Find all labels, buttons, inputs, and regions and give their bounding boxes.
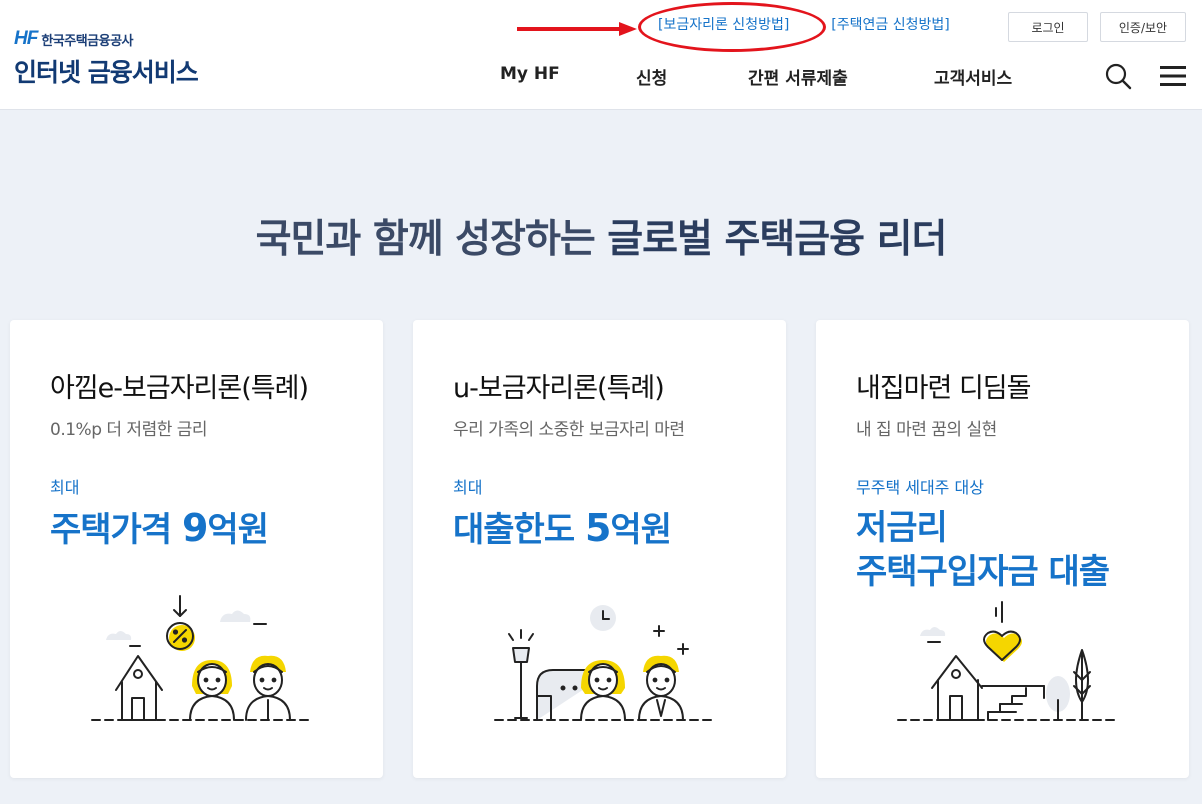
login-button[interactable]: 로그인 [1008,12,1088,42]
pension-apply-guide-link[interactable]: [주택연금 신청방법] [831,14,949,34]
nav-item-customer-service[interactable]: 고객서비스 [934,64,1012,89]
card-title: u-보금자리론(특례) [453,373,665,404]
card-highlight: 대출한도 5억원 [453,506,672,552]
nav-item-apply[interactable]: 신청 [636,64,667,89]
card-subtitle: 우리 가족의 소중한 보금자리 마련 [453,420,685,440]
hero-title: 국민과 함께 성장하는 글로벌 주택금융 리더 [0,208,1202,264]
card-subtitle: 0.1%p 더 저렴한 금리 [50,420,208,440]
product-card-aggim-e-bogeumjari[interactable]: 아낌e-보금자리론(특례) 0.1%p 더 저렴한 금리 최대 주택가격 9억원 [10,320,383,778]
hamburger-menu-icon[interactable] [1158,63,1188,89]
card-caption: 최대 [453,478,483,497]
site-logo[interactable]: HF 한국주택금융공사 인터넷 금융서비스 [14,28,199,89]
card-caption: 무주택 세대주 대상 [856,478,984,497]
company-name: 한국주택금융공사 [41,33,134,49]
house-tree-heart-illustration-icon [897,601,1115,721]
hero-title-strong: 글로벌 주택금융 리더 [607,217,947,262]
card-caption: 최대 [50,478,80,497]
cert-security-button[interactable]: 인증/보안 [1100,12,1186,42]
card-highlight: 주택가격 9억원 [50,506,269,552]
red-arrow-annotation-icon [517,22,637,36]
card-title: 내집마련 디딤돌 [856,373,1031,404]
utility-links: [보금자리론 신청방법] [주택연금 신청방법] [658,14,950,34]
loan-apply-guide-link[interactable]: [보금자리론 신청방법] [658,14,789,34]
product-card-didimdol[interactable]: 내집마련 디딤돌 내 집 마련 꿈의 실현 무주택 세대주 대상 저금리 주택구… [816,320,1189,778]
hero-title-regular: 국민과 함께 성장하는 [255,217,608,262]
card-title: 아낌e-보금자리론(특례) [50,373,309,404]
highlight-number: 5 [584,506,611,550]
highlight-prefix: 주택가격 [50,510,182,550]
highlight-prefix: 대출한도 [453,510,585,550]
highlight-number: 9 [181,506,208,550]
card-subtitle: 내 집 마련 꿈의 실현 [856,420,997,440]
card-highlight: 저금리 주택구입자금 대출 [856,506,1110,594]
service-name: 인터넷 금융서비스 [14,58,199,87]
hf-logo-mark: HF [14,28,38,49]
logo-top-row: HF 한국주택금융공사 [14,28,198,50]
product-card-u-bogeumjari[interactable]: u-보금자리론(특례) 우리 가족의 소중한 보금자리 마련 최대 대출한도 5… [413,320,786,778]
couple-sofa-illustration-icon [494,605,712,721]
highlight-suffix: 억원 [207,510,269,550]
search-icon[interactable] [1104,62,1132,90]
site-header: HF 한국주택금융공사 인터넷 금융서비스 [보금자리론 신청방법] [주택연금… [0,0,1202,110]
house-family-interest-illustration-icon [91,595,309,721]
nav-item-document-submit[interactable]: 간편 서류제출 [748,64,848,89]
highlight-suffix: 억원 [610,510,672,550]
highlight-line-1: 저금리 [856,508,948,548]
highlight-line-2: 주택구입자금 대출 [856,552,1110,592]
nav-item-my-hf[interactable]: My HF [500,64,560,84]
